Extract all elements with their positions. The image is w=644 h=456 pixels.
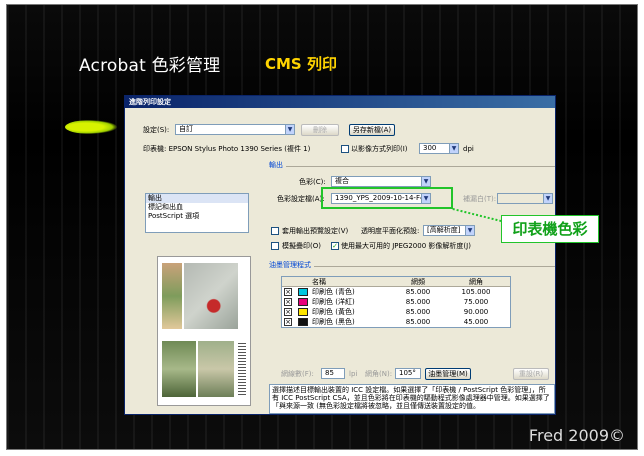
print-as-image-label: 以影像方式列印(I) — [351, 145, 408, 153]
frequency-label: 網線數(F): — [281, 370, 314, 378]
preview-photo-lower-left — [162, 341, 196, 397]
ink-name: 印刷色 (洋紅) — [312, 298, 355, 306]
preview-text-column — [238, 343, 246, 397]
flattener-label: 透明度平面化預設: — [361, 227, 420, 235]
ink-header-screen: 網頻 — [411, 278, 425, 286]
printer-label: 印表機: EPSON Stylus Photo 1390 Series (複件 … — [143, 145, 311, 153]
angle-label: 網角(N): — [365, 370, 393, 378]
ink-name: 印刷色 (黑色) — [312, 318, 355, 326]
lpi-label: lpi — [349, 370, 358, 378]
ink-angle: 90.000 — [463, 308, 489, 316]
dialog-title: 進階列印設定 — [125, 96, 555, 108]
list-item-output[interactable]: 輸出 — [146, 194, 248, 203]
color-label: 色彩(C): — [299, 178, 326, 186]
preview-photo-strip — [162, 263, 182, 329]
slide-title: Acrobat 色彩管理 — [79, 56, 221, 76]
ink-screen: 85.000 — [405, 288, 431, 296]
ink-header-name: 名稱 — [312, 278, 326, 286]
ink-toggle-icon[interactable]: × — [284, 318, 292, 326]
ink-angle: 105.000 — [461, 288, 491, 296]
output-section: 輸出 — [269, 161, 555, 170]
profile-highlight-box — [321, 187, 453, 209]
simulate-overprint-checkbox[interactable] — [271, 242, 279, 250]
ink-swatch — [298, 288, 308, 296]
ink-angle: 75.000 — [463, 298, 489, 306]
slide-credit: Fred 2009© — [528, 426, 625, 445]
ink-screen: 85.000 — [405, 298, 431, 306]
table-row[interactable]: × 印刷色 (黑色) 85.000 45.000 — [282, 317, 510, 327]
simulate-output-checkbox[interactable] — [271, 227, 279, 235]
preset-label: 設定(S): — [143, 126, 170, 134]
list-item-postscript-options[interactable]: PostScript 選項 — [146, 212, 248, 221]
slide-subtitle: CMS 列印 — [265, 55, 337, 73]
ink-angle: 45.000 — [463, 318, 489, 326]
list-item-marks-bleeds[interactable]: 標記和出血 — [146, 203, 248, 212]
ink-manager-caption: 油墨管理程式 — [269, 261, 314, 270]
description-text: 選擇描述目標輸出裝置的 ICC 設定檔。如果選擇了「印表機 / PostScri… — [269, 384, 555, 414]
ink-name: 印刷色 (青色) — [312, 288, 355, 296]
ink-manager-section: 油墨管理程式 — [269, 261, 555, 270]
flattener-select[interactable]: [高解析度] ▼ — [423, 225, 475, 236]
trapping-select[interactable]: ▼ — [497, 193, 553, 204]
ink-screen: 85.000 — [405, 318, 431, 326]
color-profile-label: 色彩設定檔(A): — [277, 195, 325, 203]
highlight-pointer-icon — [65, 120, 117, 134]
delete-button[interactable]: 刪除 — [301, 124, 339, 136]
presentation-slide: Acrobat 色彩管理 CMS 列印 進階列印設定 設定(S): 自訂 ▼ 刪… — [6, 4, 638, 450]
ink-table[interactable]: 名稱 網頻 網角 × 印刷色 (青色) 85.000 105.000 × 印刷色… — [281, 276, 511, 328]
dpi-value: 300 — [423, 144, 437, 152]
ink-swatch — [298, 298, 308, 306]
trapping-label: 補漏白(T): — [463, 195, 497, 203]
ink-manager-button[interactable]: 油墨管理(M) — [425, 368, 471, 380]
preview-photo-lower-right — [198, 341, 234, 397]
dpi-select[interactable]: 300 ▼ — [419, 143, 459, 154]
ink-toggle-icon[interactable]: × — [284, 308, 292, 316]
ink-header-angle: 網角 — [469, 278, 483, 286]
output-section-caption: 輸出 — [269, 161, 286, 170]
dpi-unit: dpi — [463, 145, 474, 153]
table-row[interactable]: × 印刷色 (青色) 85.000 105.000 — [282, 287, 510, 297]
reset-button[interactable]: 重設(R) — [513, 368, 549, 380]
ink-toggle-icon[interactable]: × — [284, 298, 292, 306]
page-preview — [157, 256, 251, 406]
ink-name: 印刷色 (黃色) — [312, 308, 355, 316]
advanced-print-setup-dialog: 進階列印設定 設定(S): 自訂 ▼ 刪除 另存新檔(A) 印表機: EPSON… — [124, 95, 556, 415]
settings-category-list[interactable]: 輸出 標記和出血 PostScript 選項 — [145, 193, 249, 233]
angle-input[interactable]: 105° — [395, 368, 421, 379]
preset-select[interactable]: 自訂 ▼ — [175, 124, 295, 135]
chevron-down-icon: ▼ — [543, 194, 552, 203]
preview-bird-photo — [184, 263, 238, 329]
ink-screen: 85.000 — [405, 308, 431, 316]
color-select[interactable]: 複合 ▼ — [331, 176, 431, 187]
jpeg2000-label: 使用最大可用的 JPEG2000 影像解析度(J) — [341, 242, 471, 250]
ink-toggle-icon[interactable]: × — [284, 288, 292, 296]
simulate-output-label: 套用輸出預覽設定(V) — [282, 227, 349, 235]
save-as-button[interactable]: 另存新檔(A) — [349, 124, 395, 136]
ink-swatch — [298, 308, 308, 316]
table-row[interactable]: × 印刷色 (黃色) 85.000 90.000 — [282, 307, 510, 317]
chevron-down-icon: ▼ — [285, 125, 294, 134]
print-as-image-checkbox[interactable] — [341, 145, 349, 153]
flattener-value: [高解析度] — [427, 226, 461, 234]
jpeg2000-checkbox[interactable]: ✓ — [331, 242, 339, 250]
simulate-overprint-label: 模擬疊印(O) — [282, 242, 321, 250]
table-row[interactable]: × 印刷色 (洋紅) 85.000 75.000 — [282, 297, 510, 307]
preset-value: 自訂 — [179, 125, 193, 133]
frequency-input[interactable]: 85 — [321, 368, 345, 379]
annotation-callout: 印表機色彩 — [501, 215, 599, 243]
ink-swatch — [298, 318, 308, 326]
ink-table-header: 名稱 網頻 網角 — [282, 277, 510, 287]
chevron-down-icon: ▼ — [465, 226, 474, 235]
chevron-down-icon: ▼ — [449, 144, 458, 153]
chevron-down-icon: ▼ — [421, 177, 430, 186]
color-value: 複合 — [335, 177, 349, 185]
